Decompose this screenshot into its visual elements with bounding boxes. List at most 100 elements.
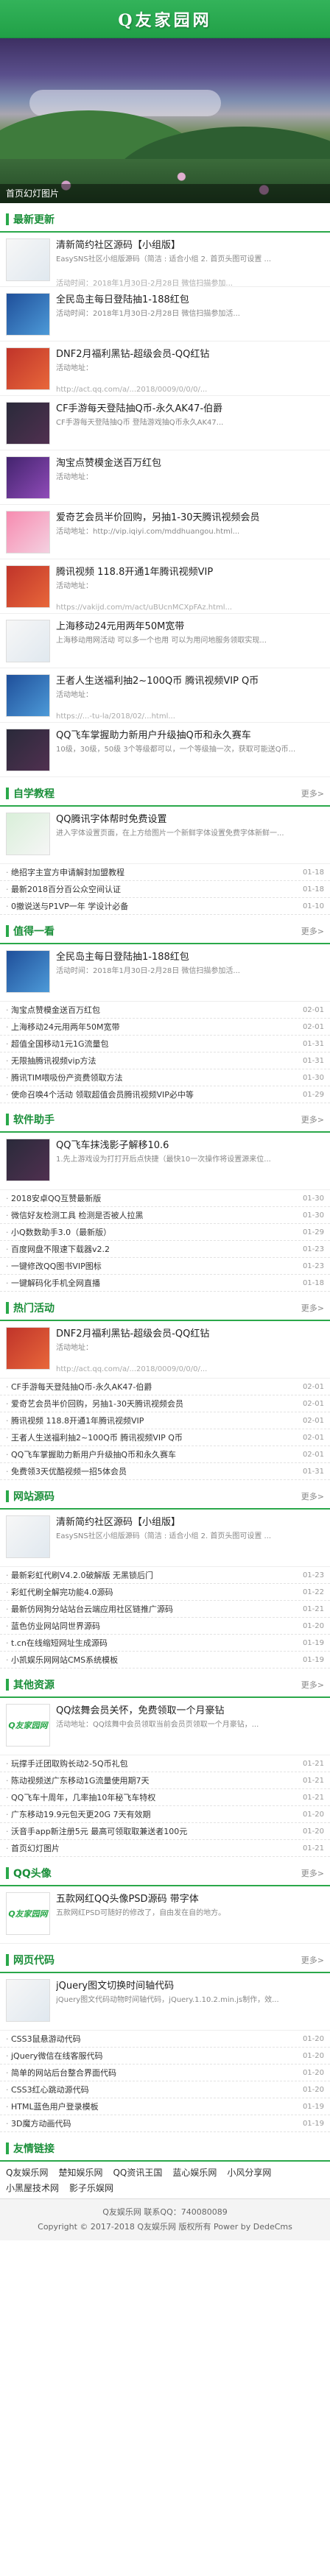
list-item[interactable]: 一键修改QQ图书VIP图标 01-23 bbox=[0, 1258, 330, 1275]
article-thumbnail[interactable] bbox=[6, 1515, 50, 1558]
list-item-title[interactable]: 小Q数数助手3.0（最新版） bbox=[6, 1226, 298, 1238]
list-item[interactable]: 2018安卓QQ互赞最新版 01-30 bbox=[0, 1190, 330, 1207]
list-item[interactable]: 彩虹代刷全解完功能4.0源码 01-22 bbox=[0, 1584, 330, 1601]
section-title[interactable]: 网站源码 bbox=[13, 1489, 55, 1504]
list-item[interactable]: 小Q数数助手3.0（最新版） 01-29 bbox=[0, 1224, 330, 1241]
article-title[interactable]: jQuery图文切换时间轴代码 bbox=[56, 1979, 324, 1994]
article-title[interactable]: 五款网红QQ头像PSD源码 带字体 bbox=[56, 1892, 324, 1907]
list-item[interactable]: 爱奇艺会员半价回购，另抽1-30天腾讯视频会员 02-01 bbox=[0, 1395, 330, 1412]
more-link[interactable]: 更多> bbox=[301, 1679, 324, 1691]
section-title[interactable]: 值得一看 bbox=[13, 924, 55, 938]
list-item[interactable]: 超值全国移动1元1G流量包 01-31 bbox=[0, 1036, 330, 1052]
list-item-title[interactable]: 爱奇艺会员半价回购，另抽1-30天腾讯视频会员 bbox=[6, 1398, 298, 1409]
list-item[interactable]: 首页幻灯图片 01-21 bbox=[0, 1840, 330, 1857]
list-item[interactable]: 腾讯TIM喂吸份产资费领取方法 01-30 bbox=[0, 1069, 330, 1086]
article-card[interactable]: 清新简约社区源码【小组版】 EasySNS社区小组版源码（简洁 : 适合小组 2.… bbox=[0, 233, 330, 288]
list-item-title[interactable]: 微信好友检测工具 检测是否被人拉黑 bbox=[6, 1209, 298, 1221]
friend-link[interactable]: 蓝心娱乐网 bbox=[172, 2166, 217, 2179]
list-item[interactable]: 免费领3天优酷视频一招5体会员 01-31 bbox=[0, 1463, 330, 1480]
banner-slider[interactable]: 首页幻灯图片 bbox=[0, 38, 330, 203]
article-title[interactable]: CF手游每天登陆抽Q币-永久AK47-伯爵 bbox=[56, 402, 324, 417]
list-item-title[interactable]: CSS3红心跳动源代码 bbox=[6, 2084, 298, 2095]
list-item[interactable]: 沃音手app新注册5元 最高可领取取兼送者100元 01-20 bbox=[0, 1823, 330, 1840]
list-item-title[interactable]: QQ飞车十周年，几率抽10年秘飞车特权 bbox=[6, 1791, 298, 1803]
article-card[interactable]: QQ飞车掌握助力新用户升级抽Q币和永久赛车 10级，30级，50级 3个等级都可以… bbox=[0, 723, 330, 777]
article-title[interactable]: 淘宝点赞模金送百万红包 bbox=[56, 456, 324, 471]
list-item[interactable]: 陈动视频送广东移动1G流量使用期7天 01-21 bbox=[0, 1772, 330, 1789]
article-card[interactable]: DNF2月福利黑钻-超级会员-QQ红钻 活动地址： http://act.qq.co… bbox=[0, 1321, 330, 1379]
list-item-title[interactable]: 3D魔方动画代码 bbox=[6, 2117, 298, 2129]
more-link[interactable]: 更多> bbox=[301, 1954, 324, 1966]
list-item[interactable]: 小凯娱乐网网站CMS系统模板 01-19 bbox=[0, 1652, 330, 1669]
section-title[interactable]: QQ头像 bbox=[13, 1866, 52, 1880]
list-item-title[interactable]: 广东移动19.9元包天更20G 7天有效期 bbox=[6, 1808, 298, 1820]
article-card[interactable]: 淘宝点赞模金送百万红包 活动地址： bbox=[0, 450, 330, 505]
list-item[interactable]: 王者人生送福利抽2~100Q币 腾讯视频VIP Q币 02-01 bbox=[0, 1429, 330, 1446]
article-title[interactable]: 王者人生送福利抽2~100Q币 腾讯视频VIP Q币 bbox=[56, 674, 324, 689]
list-item-title[interactable]: 王者人生送福利抽2~100Q币 腾讯视频VIP Q币 bbox=[6, 1432, 298, 1443]
list-item[interactable]: CSS3红心跳动源代码 01-20 bbox=[0, 2081, 330, 2098]
article-card[interactable]: 清新简约社区源码【小组版】 EasySNS社区小组版源码（简洁 : 适合小组 2.… bbox=[0, 1510, 330, 1567]
article-thumbnail[interactable] bbox=[6, 1979, 50, 2022]
article-card[interactable]: Q友家园网 QQ炫舞会员关怀，免费领取一个月豪钻 活动地址：QQ炫舞中会员领取当前会… bbox=[0, 1698, 330, 1755]
article-card[interactable]: CF手游每天登陆抽Q币-永久AK47-伯爵 CF手游每天登陆抽Q币 登陆游戏抽Q币… bbox=[0, 396, 330, 450]
article-card[interactable]: 全民岛主每日登陆抽1-188红包 活动时间：2018年1月30日-2月28日 微信… bbox=[0, 944, 330, 1002]
list-item-title[interactable]: 蓝色仿业网站同世界源码 bbox=[6, 1620, 298, 1632]
list-item[interactable]: 微信好友检测工具 检测是否被人拉黑 01-30 bbox=[0, 1207, 330, 1224]
more-link[interactable]: 更多> bbox=[301, 1490, 324, 1502]
list-item[interactable]: t.cn在线缩短网址生成源码 01-19 bbox=[0, 1635, 330, 1652]
list-item-title[interactable]: 淘宝点赞模金送百万红包 bbox=[6, 1004, 298, 1016]
article-title[interactable]: 清新简约社区源码【小组版】 bbox=[56, 238, 324, 253]
article-thumbnail[interactable] bbox=[6, 1327, 50, 1370]
list-item[interactable]: 最新彩虹代刷V4.2.0破解版 无黑锁后门 01-23 bbox=[0, 1567, 330, 1584]
article-thumbnail[interactable] bbox=[6, 511, 50, 553]
list-item-title[interactable]: 免费领3天优酷视频一招5体会员 bbox=[6, 1465, 298, 1477]
article-title[interactable]: 清新简约社区源码【小组版】 bbox=[56, 1515, 324, 1530]
friend-link[interactable]: 影子乐娱网 bbox=[69, 2182, 113, 2194]
article-title[interactable]: 腾讯视频 118.8开通1年腾讯视频VIP bbox=[56, 565, 324, 580]
list-item-title[interactable]: 彩虹代刷全解完功能4.0源码 bbox=[6, 1586, 298, 1598]
article-card[interactable]: 王者人生送福利抽2~100Q币 腾讯视频VIP Q币 活动地址： https://.… bbox=[0, 668, 330, 723]
list-item-title[interactable]: QQ飞车掌握助力新用户升级抽Q币和永久赛车 bbox=[6, 1448, 298, 1460]
list-item[interactable]: 玩撑手迁团取购长动2-5Q币礼包 01-21 bbox=[0, 1755, 330, 1772]
article-title[interactable]: QQ腾讯字体帮时免费设置 bbox=[56, 813, 324, 827]
section-title[interactable]: 其他资源 bbox=[13, 1677, 55, 1692]
article-thumbnail[interactable] bbox=[6, 238, 50, 281]
section-title[interactable]: 网页代码 bbox=[13, 1953, 55, 1967]
list-item-title[interactable]: t.cn在线缩短网址生成源码 bbox=[6, 1637, 298, 1649]
list-item-title[interactable]: 陈动视频送广东移动1G流量使用期7天 bbox=[6, 1774, 298, 1786]
list-item[interactable]: HTML蓝色用户登录模板 01-19 bbox=[0, 2098, 330, 2115]
article-title[interactable]: QQ炫舞会员关怀，免费领取一个月豪钻 bbox=[56, 1704, 324, 1719]
article-card[interactable]: 上海移动24元用两年50M宽带 上海移动用网活动 可以多一个也用 可以为用问地服务… bbox=[0, 614, 330, 668]
list-item-title[interactable]: 2018安卓QQ互赞最新版 bbox=[6, 1192, 298, 1204]
list-item[interactable]: 广东移动19.9元包天更20G 7天有效期 01-20 bbox=[0, 1806, 330, 1823]
site-logo[interactable]: Q友家园网 bbox=[118, 7, 211, 31]
list-item[interactable]: QQ飞车十周年，几率抽10年秘飞车特权 01-21 bbox=[0, 1789, 330, 1806]
article-card[interactable]: Q友家园网 五款网红QQ头像PSD源码 带字体 五款网红PSD可随好的修改了，自由发… bbox=[0, 1886, 330, 1944]
friend-link[interactable]: QQ资讯王国 bbox=[113, 2166, 162, 2179]
list-item-title[interactable]: 超值全国移动1元1G流量包 bbox=[6, 1038, 298, 1050]
more-link[interactable]: 更多> bbox=[301, 1302, 324, 1314]
list-item-title[interactable]: 最新彩虹代刷V4.2.0破解版 无黑锁后门 bbox=[6, 1569, 298, 1581]
more-link[interactable]: 更多> bbox=[301, 925, 324, 937]
list-item-title[interactable]: 0撤说送与P1VP一年 学设计必备 bbox=[6, 900, 298, 912]
list-item-title[interactable]: 无限抽腾讯视频vip方法 bbox=[6, 1055, 298, 1066]
article-card[interactable]: DNF2月福利黑钻-超级会员-QQ红钻 活动地址： http://act.qq.co… bbox=[0, 342, 330, 396]
list-item-title[interactable]: 一键修改QQ图书VIP图标 bbox=[6, 1260, 298, 1272]
article-card[interactable]: QQ腾讯字体帮时免费设置 进入字体设置页面，在上方给图片一个新鲜字体设置免费字体新… bbox=[0, 807, 330, 864]
article-title[interactable]: 爱奇艺会员半价回购，另抽1-30天腾讯视频会员 bbox=[56, 511, 324, 526]
list-item-title[interactable]: 腾讯TIM喂吸份产资费领取方法 bbox=[6, 1072, 298, 1083]
article-title[interactable]: 全民岛主每日登陆抽1-188红包 bbox=[56, 950, 324, 965]
list-item-title[interactable]: 最新2018百分百公众空间认证 bbox=[6, 883, 298, 895]
article-thumbnail[interactable] bbox=[6, 1139, 50, 1181]
article-thumbnail[interactable] bbox=[6, 950, 50, 993]
list-item-title[interactable]: 沃音手app新注册5元 最高可领取取兼送者100元 bbox=[6, 1825, 298, 1837]
list-item-title[interactable]: 玩撑手迁团取购长动2-5Q币礼包 bbox=[6, 1758, 298, 1769]
list-item-title[interactable]: HTML蓝色用户登录模板 bbox=[6, 2101, 298, 2112]
section-title[interactable]: 软件助手 bbox=[13, 1112, 55, 1127]
list-item-title[interactable]: jQuery微信在线客服代码 bbox=[6, 2050, 298, 2062]
section-title[interactable]: 热门活动 bbox=[13, 1301, 55, 1315]
article-title[interactable]: 全民岛主每日登陆抽1-188红包 bbox=[56, 293, 324, 308]
more-link[interactable]: 更多> bbox=[301, 1114, 324, 1125]
list-item-title[interactable]: 上海移动24元用两年50M宽带 bbox=[6, 1021, 298, 1033]
